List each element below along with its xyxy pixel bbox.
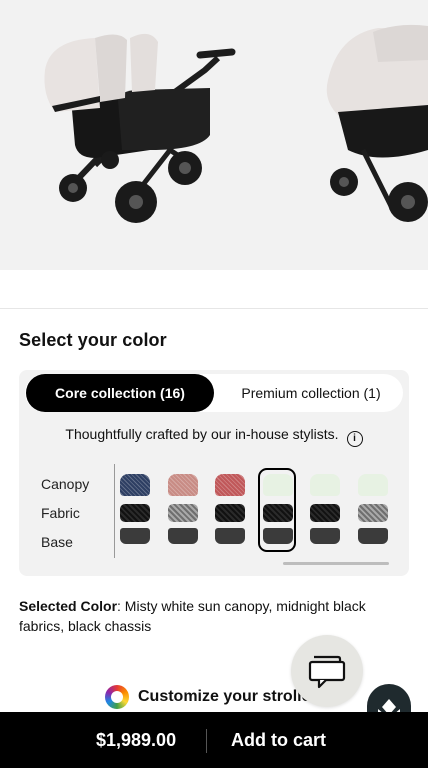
stylist-note-text: Thoughtfully crafted by our in-house sty… <box>65 426 339 442</box>
selected-color-label: Selected Color <box>19 598 118 614</box>
swatch-fabric <box>120 504 150 522</box>
customize-label: Customize your stroller <box>138 688 317 705</box>
row-label-canopy: Canopy <box>41 476 90 492</box>
color-selector-panel: Core collection (16) Premium collection … <box>19 370 409 576</box>
product-image-next[interactable] <box>318 0 428 270</box>
color-wheel-icon <box>105 685 129 709</box>
swatch-option[interactable] <box>120 474 150 544</box>
section-title: Select your color <box>19 330 167 350</box>
purchase-bar-divider <box>206 729 207 753</box>
chat-icon <box>308 655 346 689</box>
info-icon[interactable]: i <box>346 431 363 447</box>
selected-color-description: Selected Color: Misty white sun canopy, … <box>19 596 409 636</box>
swatch-fabric <box>357 504 388 522</box>
swatch-option[interactable] <box>167 474 198 544</box>
swatch-base <box>120 528 150 544</box>
swatch-base <box>167 528 198 544</box>
stylist-note: Thoughtfully crafted by our in-house sty… <box>19 426 409 447</box>
swatch-canopy <box>357 474 388 496</box>
swatch-base <box>215 528 245 544</box>
tab-core-collection[interactable]: Core collection (16) <box>26 374 214 412</box>
collection-tabs: Core collection (16) Premium collection … <box>25 374 403 412</box>
section-divider <box>0 308 428 309</box>
swatch-canopy <box>215 474 245 496</box>
product-image-main[interactable] <box>0 0 300 270</box>
swatch-scrollbar[interactable] <box>283 562 389 565</box>
swatch-base <box>310 528 340 544</box>
chat-button[interactable] <box>291 635 363 707</box>
product-gallery[interactable] <box>0 0 428 270</box>
swatch-canopy <box>167 474 198 496</box>
selected-swatch-ring <box>258 468 296 552</box>
swatch-fabric <box>215 504 245 522</box>
swatch-base <box>357 528 388 544</box>
row-label-fabric: Fabric <box>41 505 80 521</box>
swatch-option[interactable] <box>357 474 388 544</box>
price: $1,989.00 <box>96 730 177 750</box>
swatch-divider <box>114 464 115 558</box>
swatch-option[interactable] <box>215 474 245 544</box>
swatch-fabric <box>167 504 198 522</box>
customize-stroller-link[interactable]: Customize your stroller <box>105 684 317 710</box>
swatch-canopy <box>120 474 150 496</box>
purchase-bar: $1,989.00 Add to cart <box>0 712 428 768</box>
add-to-cart-button[interactable]: Add to cart <box>231 730 326 751</box>
swatch-canopy <box>310 474 340 496</box>
tab-premium-collection[interactable]: Premium collection (1) <box>221 374 401 412</box>
swatch-option[interactable] <box>310 474 340 544</box>
row-label-base: Base <box>41 534 73 550</box>
swatch-fabric <box>310 504 340 522</box>
